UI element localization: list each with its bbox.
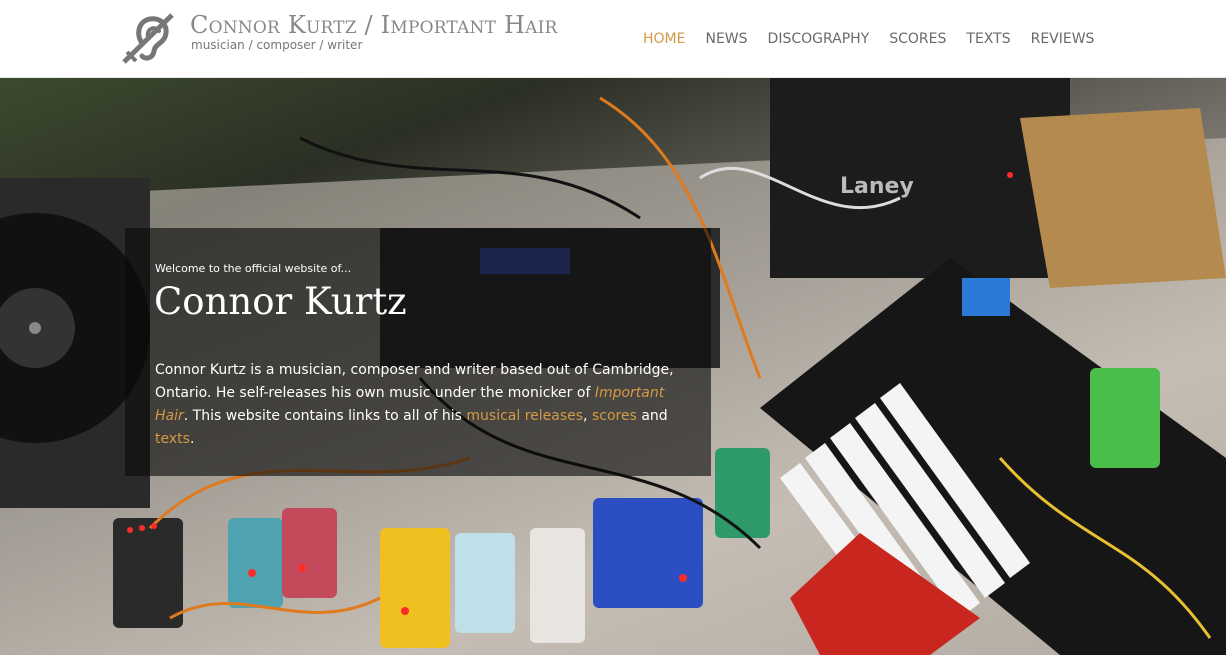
welcome-text: Welcome to the official website of... bbox=[155, 262, 352, 275]
intro-text-2: . This website contains links to all of … bbox=[183, 408, 467, 424]
intro-separator: , bbox=[583, 408, 592, 424]
hero-photo: Laney Welcome to the official website of… bbox=[0, 78, 1226, 655]
intro-text-4: . bbox=[189, 431, 195, 447]
site-header: Connor Kurtz / Important Hair musician /… bbox=[0, 0, 1226, 78]
musical-releases-link[interactable]: musical releases bbox=[466, 408, 583, 424]
intro-paragraph: Connor Kurtz is a musician, composer and… bbox=[155, 359, 685, 451]
main-nav: HOME NEWS DISCOGRAPHY SCORES TEXTS REVIE… bbox=[643, 31, 1094, 47]
hearing-assistance-icon[interactable] bbox=[122, 13, 176, 65]
nav-item-texts[interactable]: TEXTS bbox=[966, 31, 1010, 47]
intro-text-3: and bbox=[636, 408, 668, 424]
svg-text:Laney: Laney bbox=[840, 174, 914, 199]
scores-link[interactable]: scores bbox=[592, 408, 637, 424]
nav-item-news[interactable]: NEWS bbox=[705, 31, 747, 47]
site-tagline: musician / composer / writer bbox=[191, 38, 363, 52]
texts-link[interactable]: texts bbox=[155, 431, 190, 447]
nav-item-scores[interactable]: SCORES bbox=[889, 31, 946, 47]
artist-name-heading: Connor Kurtz bbox=[154, 280, 407, 323]
nav-item-home[interactable]: HOME bbox=[643, 31, 685, 47]
site-title[interactable]: Connor Kurtz / Important Hair bbox=[190, 11, 557, 39]
intro-panel: Welcome to the official website of... Co… bbox=[125, 228, 711, 476]
nav-item-reviews[interactable]: REVIEWS bbox=[1031, 31, 1095, 47]
nav-item-discography[interactable]: DISCOGRAPHY bbox=[768, 31, 870, 47]
